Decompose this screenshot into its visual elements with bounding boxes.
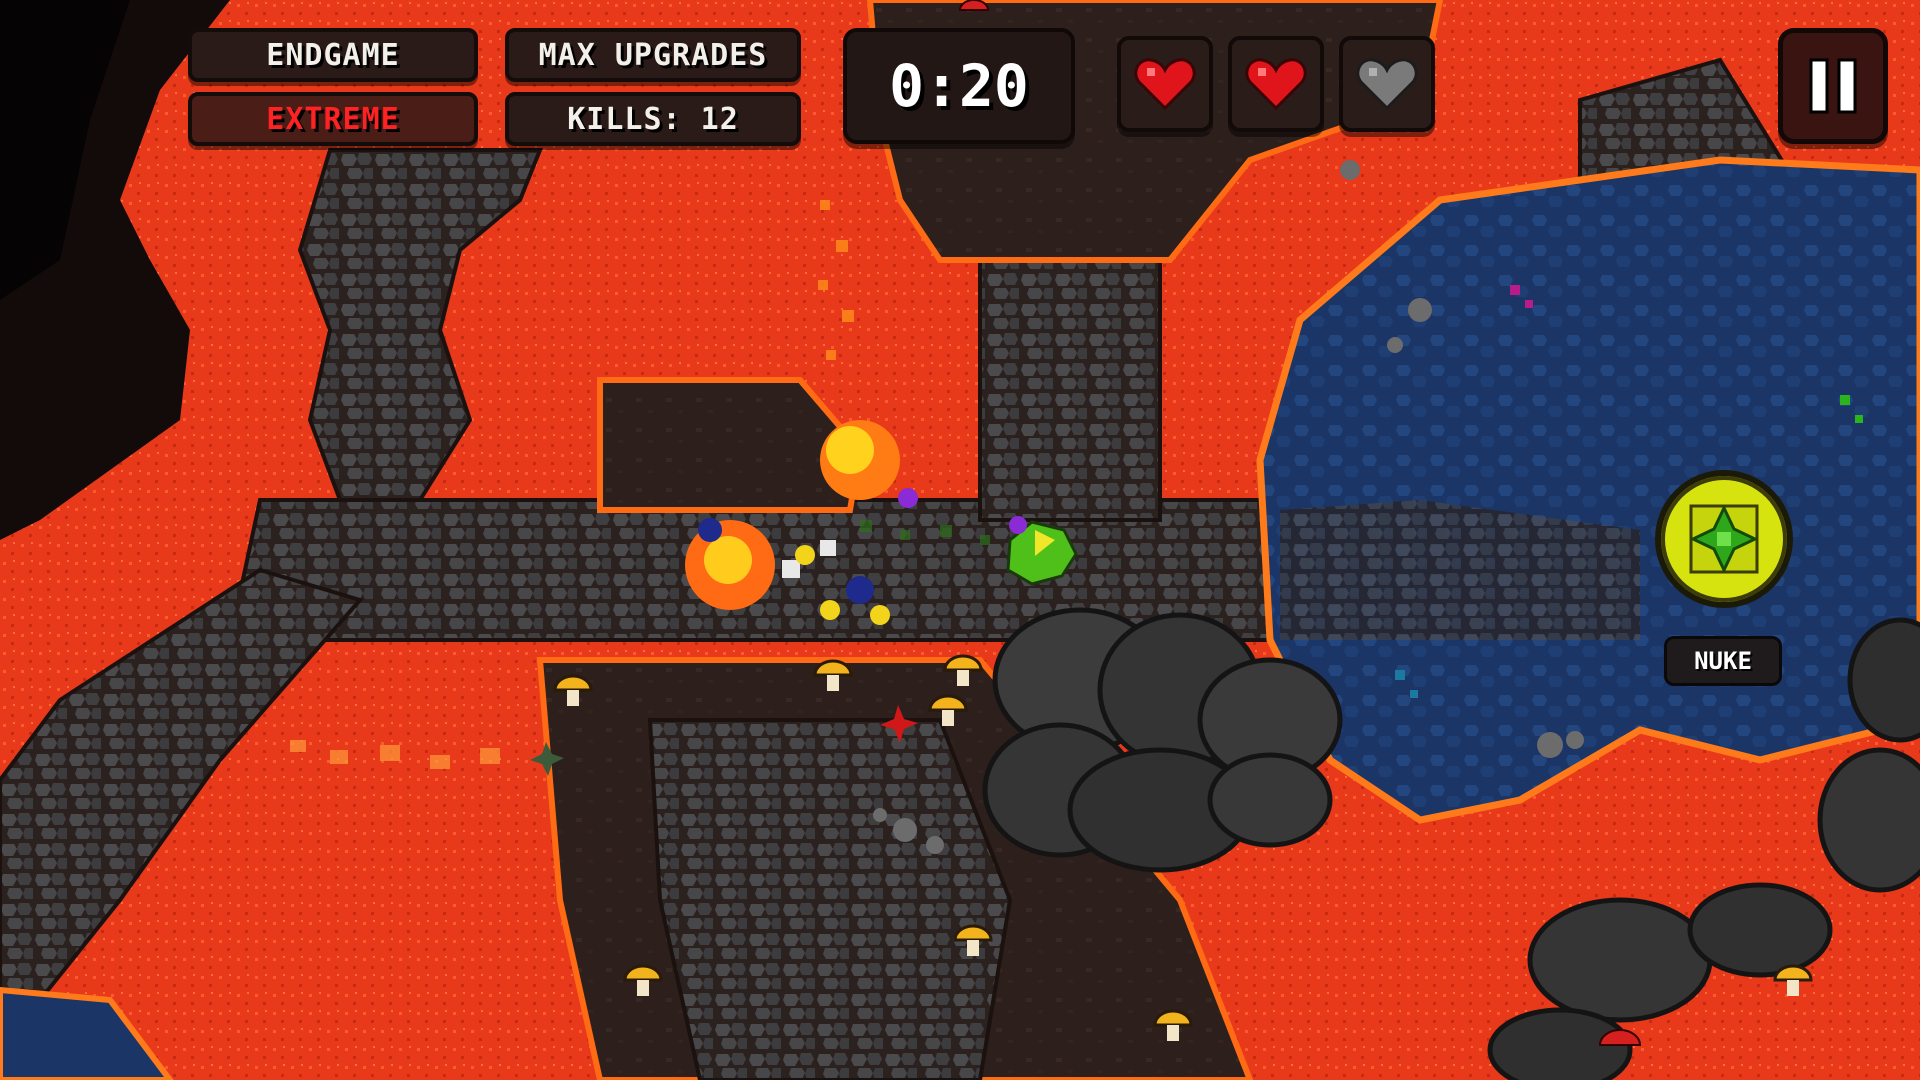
upgrades-label: MAX UPGRADES xyxy=(505,28,801,82)
nuke-label: NUKE xyxy=(1664,636,1782,686)
difficulty-label: EXTREME xyxy=(188,92,478,146)
heart-icon xyxy=(1245,58,1307,111)
life-slot xyxy=(1339,36,1435,132)
pause-button[interactable] xyxy=(1778,28,1888,144)
kills-counter: KILLS: 12 xyxy=(505,92,801,146)
heart-empty-icon xyxy=(1356,58,1418,111)
nuke-icon xyxy=(1689,504,1759,574)
heart-icon xyxy=(1134,58,1196,111)
pause-icon xyxy=(1809,58,1857,114)
game-world xyxy=(0,0,1920,1080)
life-slot xyxy=(1117,36,1213,132)
game-timer: 0:20 xyxy=(843,28,1075,144)
mode-label: ENDGAME xyxy=(188,28,478,82)
life-slot xyxy=(1228,36,1324,132)
nuke-button[interactable] xyxy=(1655,470,1793,608)
